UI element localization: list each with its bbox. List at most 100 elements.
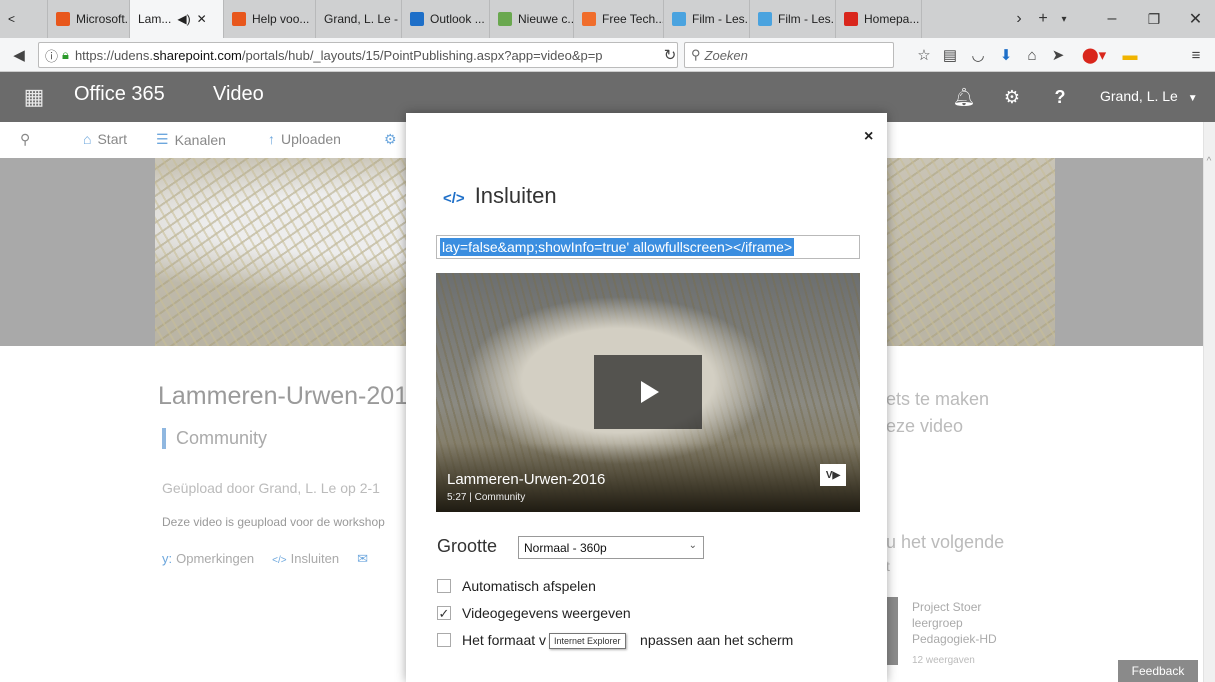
office-icon xyxy=(56,12,70,26)
dialog-title: </> Insluiten xyxy=(443,183,557,209)
adblock-icon[interactable]: ⬤▾ xyxy=(1074,42,1114,68)
gear-icon[interactable]: ⚙ xyxy=(384,131,397,148)
pocket-icon[interactable]: ◡ xyxy=(966,42,990,68)
scroll-up-icon[interactable]: ^ xyxy=(1203,156,1215,167)
browser-toolbar: ◀ ⓘ 🔒︎ https://udens. sharepoint.com/port… xyxy=(0,38,1215,72)
video-actions: y: Opmerkingen </> Insluiten ✉ xyxy=(162,551,368,567)
dialog-title-text: Insluiten xyxy=(474,183,557,208)
reload-icon[interactable]: ↻ xyxy=(658,42,682,68)
tab-nieuwe[interactable]: Nieuwe c... xyxy=(490,0,574,38)
nav-upload[interactable]: ↑ Uploaden xyxy=(268,131,341,147)
lock-icon: 🔒︎ xyxy=(62,47,69,62)
chevron-down-icon: ⌄ xyxy=(688,540,697,551)
office-icon xyxy=(232,12,246,26)
close-icon[interactable]: × xyxy=(864,128,873,146)
autoplay-checkbox[interactable] xyxy=(437,579,451,593)
office-video-logo-icon: V▶ xyxy=(820,464,846,486)
reading-list-icon[interactable]: ▤ xyxy=(938,42,962,68)
side-text-1: ets te maken xyxy=(886,389,990,409)
menu-icon[interactable]: ≡ xyxy=(1184,42,1208,68)
home-icon: ⌂ xyxy=(83,131,92,147)
feedback-button[interactable]: Feedback xyxy=(1118,660,1198,682)
nav-channels[interactable]: ☰ Kanalen xyxy=(156,131,226,148)
related-video-views: 12 weergaven xyxy=(912,655,975,666)
related-thumbnail[interactable] xyxy=(886,597,898,665)
video-preview-title: Lammeren-Urwen-2016 xyxy=(447,471,606,488)
extension-icon[interactable]: ▬ xyxy=(1118,42,1142,68)
play-icon xyxy=(641,381,659,403)
homepage-icon xyxy=(844,12,858,26)
tooltip: Internet Explorer xyxy=(549,633,626,649)
mail-icon[interactable]: ✉ xyxy=(357,551,368,567)
embed-dialog: × </> Insluiten lay=false&amp;showInfo=t… xyxy=(406,113,887,682)
settings-icon[interactable]: ⚙ xyxy=(990,72,1034,122)
new-tab-icon[interactable]: + xyxy=(1032,0,1054,38)
code-icon: </> xyxy=(443,190,465,207)
yammer-icon: y: xyxy=(162,551,173,566)
nav-start[interactable]: ⌂ Start xyxy=(83,131,127,147)
suite-app-name[interactable]: Video xyxy=(213,83,264,106)
chevron-down-icon: ▼ xyxy=(1187,93,1198,104)
notifications-icon[interactable]: 🔔︎ xyxy=(942,72,986,122)
embed-code-selection: lay=false&amp;showInfo=true' allowfullsc… xyxy=(440,238,795,256)
tab-scroll-left[interactable]: < xyxy=(0,0,48,38)
tab-outlook[interactable]: Outlook ... xyxy=(402,0,490,38)
restore-icon[interactable]: ❐ xyxy=(1134,0,1174,38)
upload-info: Geüpload door Grand, L. Le op 2-1 xyxy=(162,480,380,496)
page-scrollbar[interactable] xyxy=(1203,122,1215,682)
info-icon[interactable]: ⓘ xyxy=(45,46,58,65)
film-icon xyxy=(758,12,772,26)
size-select[interactable]: Normaal - 360p ⌄ xyxy=(518,536,704,559)
channel-link[interactable]: Community xyxy=(162,428,267,449)
close-tab-icon[interactable]: ✕ xyxy=(197,12,207,26)
code-icon: </> xyxy=(272,555,287,566)
tab-film-2[interactable]: Film - Les... xyxy=(750,0,836,38)
home-icon[interactable]: ⌂ xyxy=(1020,42,1044,68)
upload-icon: ↑ xyxy=(268,131,275,147)
side-text-2: eze video xyxy=(886,416,964,436)
outlook-icon xyxy=(410,12,424,26)
play-button[interactable] xyxy=(594,355,702,429)
suite-title[interactable]: Office 365 xyxy=(74,83,165,106)
list-icon: ☰ xyxy=(156,131,169,147)
video-description: Deze video is geupload voor de workshop xyxy=(162,515,385,529)
search-icon: ⚲ xyxy=(691,47,701,62)
tab-homepage[interactable]: Homepa... xyxy=(836,0,922,38)
tab-scroll-right-icon[interactable]: › xyxy=(1008,0,1030,38)
fit-screen-checkbox[interactable] xyxy=(437,633,451,647)
tab-grand[interactable]: Grand, L. Le - ... xyxy=(316,0,402,38)
speaker-icon[interactable]: ◀) xyxy=(177,12,190,26)
option-autoplay[interactable]: Automatisch afspelen xyxy=(437,578,596,594)
tab-lammeren[interactable]: Lam... ◀) ✕ xyxy=(130,0,224,38)
show-info-checkbox[interactable]: ✓ xyxy=(437,606,451,620)
film-icon xyxy=(672,12,686,26)
tab-microsoft[interactable]: Microsoft... xyxy=(48,0,130,38)
blogger-icon xyxy=(582,12,596,26)
option-show-info[interactable]: ✓ Videogegevens weergeven xyxy=(437,605,631,621)
search-icon[interactable]: ⚲ xyxy=(20,131,30,148)
size-label: Grootte xyxy=(437,536,498,556)
comments-button[interactable]: y: Opmerkingen xyxy=(162,551,254,567)
help-icon[interactable]: ? xyxy=(1038,72,1082,122)
embed-button[interactable]: </> Insluiten xyxy=(272,551,339,567)
back-icon[interactable]: ◀ xyxy=(6,42,32,68)
video-preview[interactable]: Lammeren-Urwen-2016 5:27 | Community V▶ xyxy=(436,273,860,512)
user-menu[interactable]: Grand, L. Le ▼ xyxy=(1100,88,1198,104)
leaf-icon xyxy=(498,12,512,26)
url-field[interactable]: ⓘ 🔒︎ https://udens. sharepoint.com/portal… xyxy=(38,42,678,68)
download-icon[interactable]: ⬇ xyxy=(994,42,1018,68)
app-launcher-icon[interactable]: ▦ xyxy=(0,72,68,122)
tab-help[interactable]: Help voo... xyxy=(224,0,316,38)
bookmark-star-icon[interactable]: ☆ xyxy=(912,42,936,68)
tab-film-1[interactable]: Film - Les... xyxy=(664,0,750,38)
search-field[interactable]: ⚲ Zoeken xyxy=(684,42,894,68)
video-preview-meta: 5:27 | Community xyxy=(447,492,526,503)
send-icon[interactable]: ➤ xyxy=(1046,42,1070,68)
related-heading: u het volgende xyxy=(886,532,1005,552)
tab-freetech[interactable]: Free Tech... xyxy=(574,0,664,38)
embed-code-field[interactable]: lay=false&amp;showInfo=true' allowfullsc… xyxy=(436,235,860,259)
tab-list-icon[interactable]: ▾ xyxy=(1054,0,1074,38)
minimize-icon[interactable]: – xyxy=(1092,0,1132,38)
close-window-icon[interactable]: ✕ xyxy=(1176,0,1215,38)
related-video-title[interactable]: Project Stoer leergroep Pedagogiek-HD xyxy=(912,599,1032,647)
